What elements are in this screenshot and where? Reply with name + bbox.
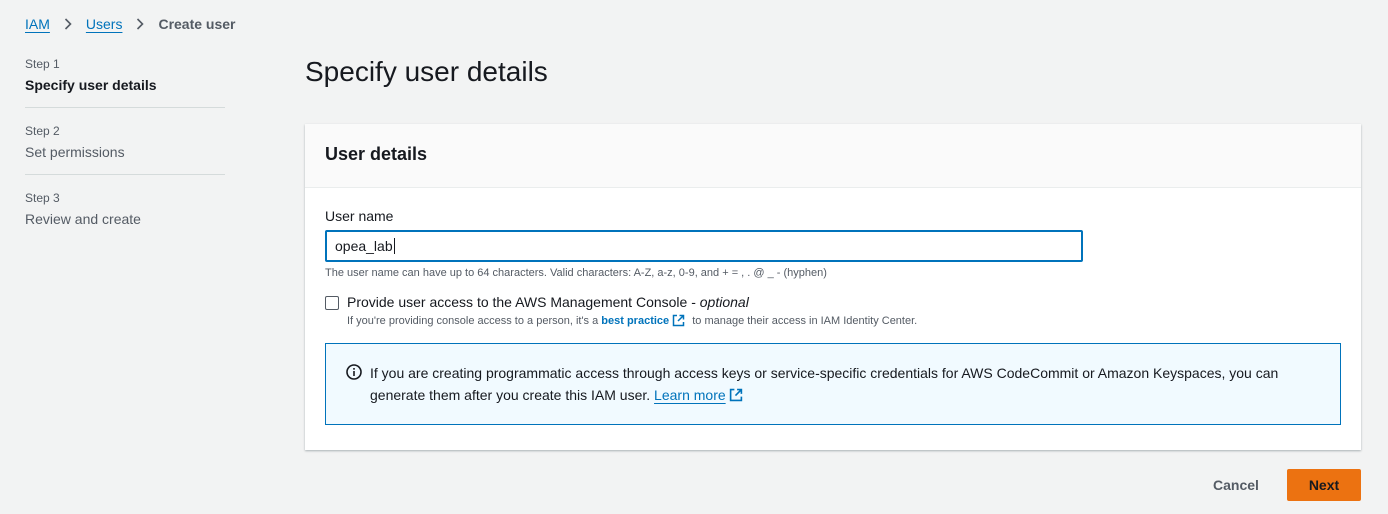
console-access-label[interactable]: Provide user access to the AWS Managemen… bbox=[347, 294, 917, 310]
breadcrumb-current: Create user bbox=[158, 16, 236, 32]
chevron-right-icon bbox=[64, 18, 72, 30]
console-access-option: Provide user access to the AWS Managemen… bbox=[325, 294, 1341, 327]
next-button[interactable]: Next bbox=[1287, 469, 1361, 501]
learn-more-link[interactable]: Learn more bbox=[654, 387, 726, 403]
step-3: Step 3 Review and create bbox=[25, 191, 225, 241]
user-details-panel: User details User name opea_lab The user… bbox=[305, 124, 1361, 450]
step-2: Step 2 Set permissions bbox=[25, 124, 225, 175]
external-link-icon[interactable] bbox=[672, 314, 685, 327]
step-number: Step 3 bbox=[25, 191, 60, 205]
username-hint: The user name can have up to 64 characte… bbox=[325, 267, 827, 279]
step-title-link[interactable]: Review and create bbox=[25, 211, 225, 227]
username-label: User name bbox=[325, 208, 394, 224]
username-input[interactable]: opea_lab bbox=[325, 230, 1083, 262]
info-text: If you are creating programmatic access … bbox=[370, 365, 1279, 403]
optional-label: optional bbox=[699, 294, 749, 310]
wizard-steps: Step 1 Specify user details Step 2 Set p… bbox=[25, 57, 225, 257]
step-number: Step 2 bbox=[25, 124, 60, 138]
console-access-description: If you're providing console access to a … bbox=[347, 314, 918, 327]
panel-header: User details bbox=[305, 124, 1361, 188]
step-title: Specify user details bbox=[25, 77, 157, 93]
breadcrumb-users-link[interactable]: Users bbox=[86, 16, 123, 32]
chevron-right-icon bbox=[136, 18, 145, 30]
external-link-icon[interactable] bbox=[729, 388, 743, 402]
step-1: Step 1 Specify user details bbox=[25, 57, 225, 108]
best-practice-link[interactable]: best practice bbox=[601, 315, 669, 327]
page-title: Specify user details bbox=[305, 56, 548, 87]
step-title-link[interactable]: Set permissions bbox=[25, 144, 225, 160]
info-alert: If you are creating programmatic access … bbox=[325, 343, 1341, 425]
breadcrumb-iam-link[interactable]: IAM bbox=[25, 16, 50, 32]
breadcrumb: IAM Users Create user bbox=[25, 16, 236, 32]
console-access-checkbox[interactable] bbox=[325, 296, 339, 310]
step-number: Step 1 bbox=[25, 57, 60, 71]
cancel-button[interactable]: Cancel bbox=[1198, 469, 1274, 501]
text-caret bbox=[393, 238, 395, 254]
info-circle-icon bbox=[346, 364, 362, 406]
username-value: opea_lab bbox=[335, 238, 393, 254]
panel-body: User name opea_lab The user name can hav… bbox=[305, 188, 1361, 445]
